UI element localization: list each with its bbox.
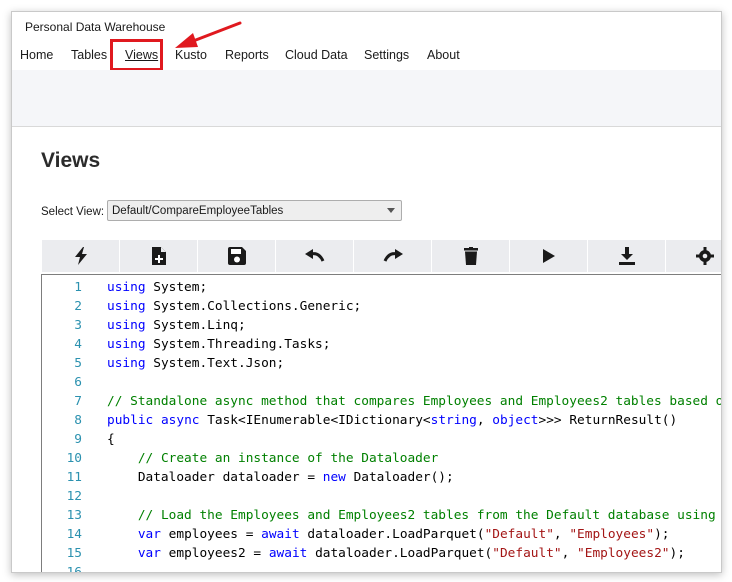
generate-button[interactable] xyxy=(42,240,120,272)
line-number: 4 xyxy=(74,337,82,352)
settings-button[interactable] xyxy=(666,240,721,272)
settings-icon xyxy=(696,247,714,265)
code-text: using System.Collections.Generic; xyxy=(107,299,362,314)
undo-button[interactable] xyxy=(276,240,354,272)
code-text: var employees = await dataloader.LoadPar… xyxy=(137,527,670,542)
code-text: Dataloader dataloader = new Dataloader()… xyxy=(107,470,454,485)
menu-about[interactable]: About xyxy=(427,41,460,70)
trash-icon xyxy=(463,247,478,265)
select-view-label: Select View: xyxy=(41,206,105,218)
menu-reports[interactable]: Reports xyxy=(225,41,269,70)
line-number: 5 xyxy=(74,356,82,371)
line-number: 14 xyxy=(66,527,82,542)
redo-button[interactable] xyxy=(354,240,432,272)
chevron-down-icon xyxy=(387,208,395,213)
menu-views[interactable]: Views xyxy=(125,41,158,70)
run-button[interactable] xyxy=(510,240,588,272)
line-number: 15 xyxy=(66,546,82,561)
header-banner xyxy=(12,70,721,127)
line-number: 2 xyxy=(74,299,82,314)
play-icon xyxy=(542,249,555,263)
window-title: Personal Data Warehouse xyxy=(25,20,166,34)
menu-home[interactable]: Home xyxy=(20,41,53,70)
line-number: 9 xyxy=(74,432,82,447)
delete-button[interactable] xyxy=(432,240,510,272)
menu-settings[interactable]: Settings xyxy=(364,41,409,70)
select-view-value: Default/CompareEmployeeTables xyxy=(112,205,284,217)
menu-bar: Home Tables Views Kusto Reports Cloud Da… xyxy=(12,41,721,70)
line-number: 10 xyxy=(66,451,82,466)
page-title: Views xyxy=(41,149,101,172)
code-text: // Standalone async method that compares… xyxy=(107,394,722,409)
menu-kusto[interactable]: Kusto xyxy=(175,41,207,70)
code-text: var employees2 = await dataloader.LoadPa… xyxy=(137,546,685,561)
line-number: 16 xyxy=(66,565,82,573)
code-text: using System; xyxy=(107,280,208,295)
bolt-icon xyxy=(74,247,87,265)
line-number: 11 xyxy=(66,470,82,485)
app-window: Personal Data Warehouse Home Tables View… xyxy=(11,11,722,573)
line-number: 3 xyxy=(74,318,82,333)
save-icon xyxy=(227,247,246,265)
code-text: using System.Linq; xyxy=(107,318,246,333)
title-bar: Personal Data Warehouse xyxy=(12,12,721,41)
code-text: { xyxy=(107,432,115,447)
menu-tables[interactable]: Tables xyxy=(71,41,107,70)
select-view-dropdown[interactable]: Default/CompareEmployeeTables xyxy=(107,200,402,221)
line-number: 13 xyxy=(66,508,82,523)
undo-icon xyxy=(304,249,324,262)
code-text: // Load the Employees and Employees2 tab… xyxy=(137,508,716,523)
line-number: 1 xyxy=(74,280,82,295)
line-number: 8 xyxy=(74,413,82,428)
line-number: 7 xyxy=(74,394,82,409)
editor-toolbar xyxy=(42,240,721,272)
code-text: // Create an instance of the Dataloader xyxy=(137,451,439,466)
code-text: public async Task<IEnumerable<IDictionar… xyxy=(107,413,678,428)
save-button[interactable] xyxy=(198,240,276,272)
menu-cloud-data[interactable]: Cloud Data xyxy=(285,41,348,70)
download-icon xyxy=(618,247,635,265)
code-text: using System.Text.Json; xyxy=(107,356,285,371)
line-number: 6 xyxy=(74,375,82,390)
line-number: 12 xyxy=(66,489,82,504)
new-file-icon xyxy=(151,247,166,265)
download-button[interactable] xyxy=(588,240,666,272)
code-editor[interactable]: 1 using System; 2 using System.Collections.… xyxy=(41,274,722,573)
redo-icon xyxy=(383,249,403,262)
code-text: using System.Threading.Tasks; xyxy=(107,337,331,352)
new-button[interactable] xyxy=(120,240,198,272)
